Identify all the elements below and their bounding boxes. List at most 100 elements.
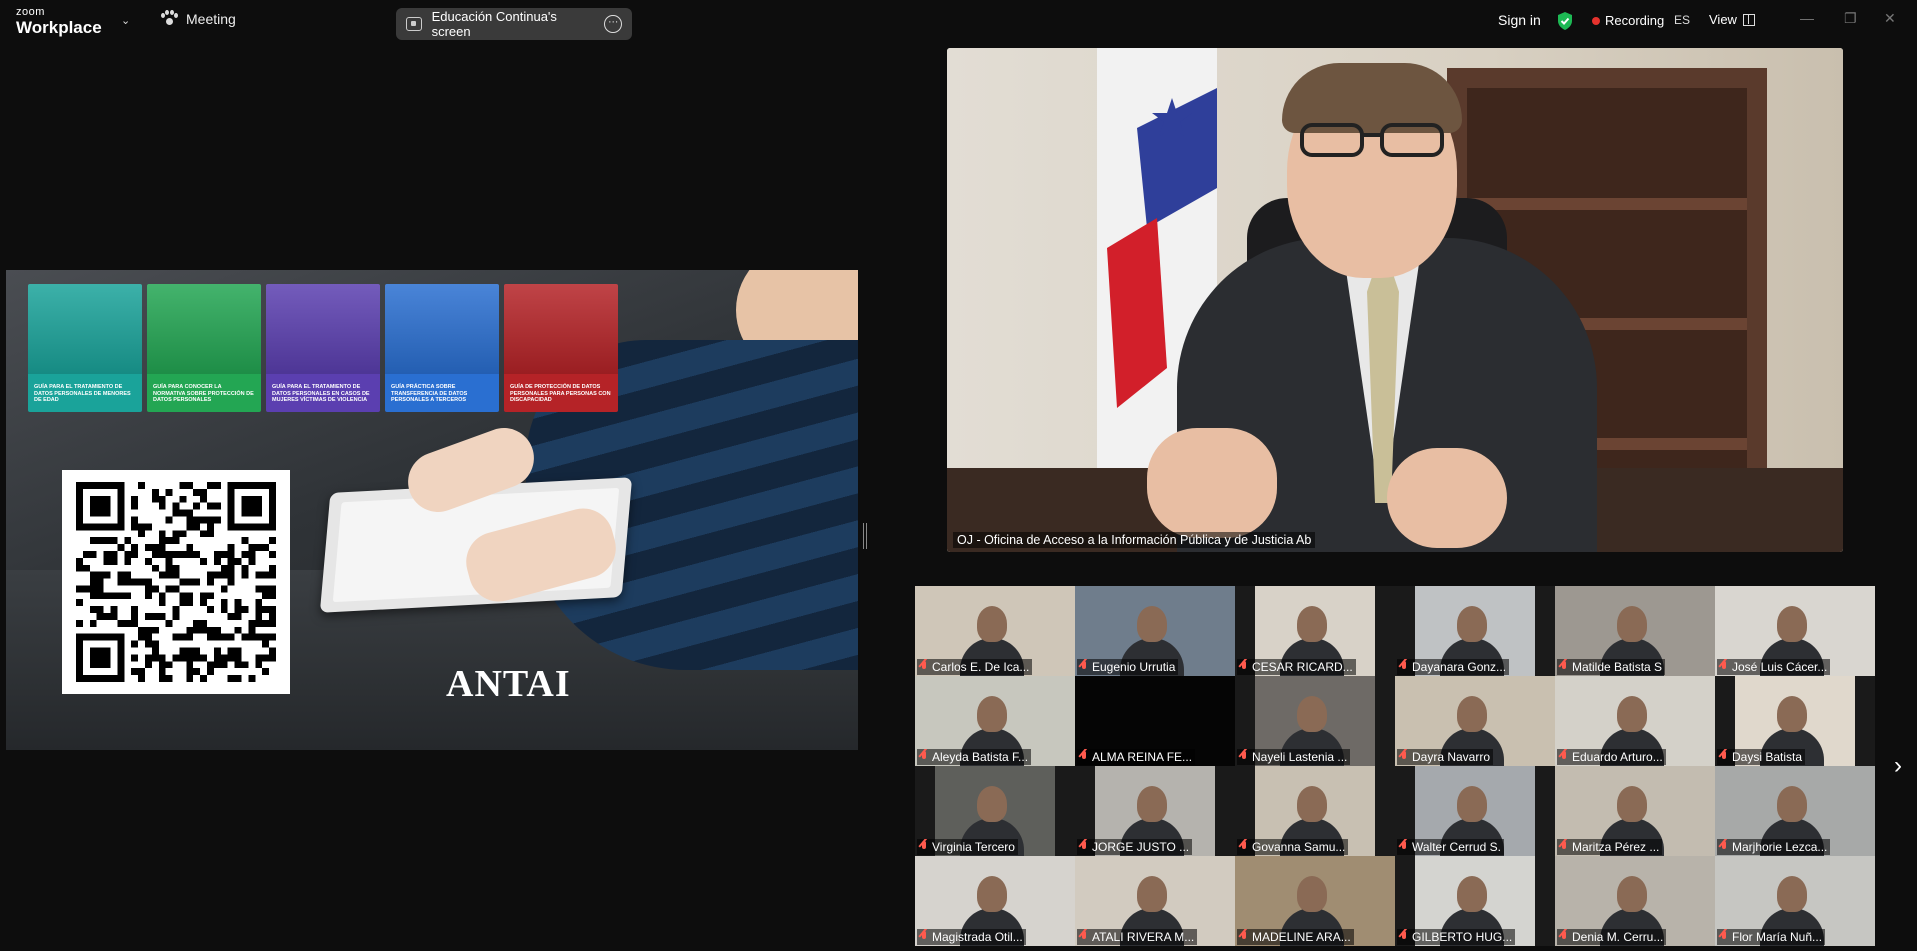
muted-mic-icon: [919, 931, 929, 943]
participant-name: JORGE JUSTO ...: [1092, 840, 1190, 854]
chevron-down-icon[interactable]: ⌄: [121, 14, 130, 27]
guide-title: Guía para el tratamiento de datos person…: [34, 384, 131, 404]
muted-mic-icon: [1239, 661, 1249, 673]
muted-mic-icon: [1079, 931, 1089, 943]
guide-cover: Guía para el tratamiento de datos person…: [28, 284, 142, 412]
participant-name: Maritza Pérez ...: [1572, 840, 1660, 854]
participant-tile[interactable]: Marjhorie Lezca...: [1715, 766, 1875, 856]
participant-name-label: Denia M. Cerru...: [1557, 929, 1667, 945]
muted-mic-icon: [919, 751, 929, 763]
participant-tile[interactable]: GILBERTO HUG...: [1395, 856, 1555, 946]
brand-small-text: zoom: [16, 6, 45, 18]
participant-tile[interactable]: JORGE JUSTO ...: [1075, 766, 1235, 856]
participant-tile[interactable]: Magistrada Otil...: [915, 856, 1075, 946]
participant-tile[interactable]: José Luis Cácer...: [1715, 586, 1875, 676]
participant-name-label: JORGE JUSTO ...: [1077, 839, 1193, 855]
brand-large-text: Workplace: [16, 18, 102, 37]
participant-name: Nayeli Lastenia ...: [1252, 750, 1348, 764]
close-icon[interactable]: ✕: [1884, 10, 1896, 27]
participant-tile[interactable]: Eugenio Urrutia: [1075, 586, 1235, 676]
encryption-shield-icon[interactable]: [1556, 11, 1574, 31]
screen-share-indicator[interactable]: Educación Continua's screen ⋯: [396, 8, 632, 40]
chevron-right-icon[interactable]: ›: [1894, 752, 1902, 780]
participant-name-label: GILBERTO HUG...: [1397, 929, 1516, 945]
participant-tile[interactable]: Nayeli Lastenia ...: [1235, 676, 1395, 766]
shared-screen[interactable]: Guía para el tratamiento de datos person…: [6, 270, 858, 750]
participant-name-label: Aleyda Batista F...: [917, 749, 1032, 765]
participant-name: Flor María Nuñ...: [1732, 930, 1823, 944]
participant-tile[interactable]: Matilde Batista S: [1555, 586, 1715, 676]
participant-tile[interactable]: Dayra Navarro: [1395, 676, 1555, 766]
muted-mic-icon: [1239, 841, 1249, 853]
participant-name: Govanna Samu...: [1252, 840, 1346, 854]
participant-name: MADELINE ARA...: [1252, 930, 1351, 944]
muted-mic-icon: [1719, 751, 1729, 763]
participant-name: José Luis Cácer...: [1732, 660, 1828, 674]
sign-in-link[interactable]: Sign in: [1498, 12, 1541, 28]
participant-tile[interactable]: Walter Cerrud S.: [1395, 766, 1555, 856]
guide-cover: Guía práctica sobre transferencia de dat…: [385, 284, 499, 412]
participant-tile[interactable]: Maritza Pérez ...: [1555, 766, 1715, 856]
muted-mic-icon: [1079, 841, 1089, 853]
speaker-name-label: OJ - Oficina de Acceso a la Información …: [953, 532, 1316, 548]
participant-tile[interactable]: Aleyda Batista F...: [915, 676, 1075, 766]
participant-name: Dayra Navarro: [1412, 750, 1491, 764]
participant-name: Matilde Batista S: [1572, 660, 1663, 674]
participant-name: CESAR RICARD...: [1252, 660, 1353, 674]
participant-tile[interactable]: ATALI RIVERA M...: [1075, 856, 1235, 946]
minimize-icon[interactable]: —: [1800, 10, 1814, 26]
participant-name: Eduardo Arturo...: [1572, 750, 1663, 764]
guide-covers: Guía para el tratamiento de datos person…: [28, 284, 618, 412]
more-options-icon[interactable]: ⋯: [604, 15, 622, 33]
participant-tile[interactable]: Carlos E. De Ica...: [915, 586, 1075, 676]
meeting-button[interactable]: Meeting: [160, 10, 236, 28]
zoom-workplace-logo[interactable]: zoom Workplace: [16, 6, 102, 37]
muted-mic-icon: [1719, 841, 1729, 853]
participant-name: Virginia Tercero: [932, 840, 1015, 854]
participant-name: Dayanara Gonz...: [1412, 660, 1507, 674]
muted-mic-icon: [1079, 751, 1089, 763]
guide-title: Guía práctica sobre transferencia de dat…: [391, 384, 468, 404]
participant-name-label: ATALI RIVERA M...: [1077, 929, 1198, 945]
participant-name-label: Nayeli Lastenia ...: [1237, 749, 1351, 765]
antai-logo-text: ANTAI: [446, 663, 571, 705]
participant-name: Aleyda Batista F...: [932, 750, 1029, 764]
participant-tile[interactable]: ALMA REINA FE...: [1075, 676, 1235, 766]
muted-mic-icon: [1719, 931, 1729, 943]
participant-name: Eugenio Urrutia: [1092, 660, 1176, 674]
participant-name-label: MADELINE ARA...: [1237, 929, 1354, 945]
share-indicator-label: Educación Continua's screen: [431, 9, 557, 39]
guide-title: Guía para el tratamiento de datos person…: [272, 384, 370, 404]
view-layout-icon: [1742, 13, 1755, 26]
recording-indicator[interactable]: Recording: [1592, 13, 1664, 28]
participant-name: Denia M. Cerru...: [1572, 930, 1664, 944]
participant-name-label: Dayra Navarro: [1397, 749, 1494, 765]
panel-resize-handle[interactable]: [863, 523, 867, 549]
participant-name-label: Govanna Samu...: [1237, 839, 1349, 855]
guide-cover: Guía de protección de datos personales p…: [504, 284, 618, 412]
participant-tile[interactable]: CESAR RICARD...: [1235, 586, 1395, 676]
restore-icon[interactable]: ❐: [1844, 10, 1857, 27]
participant-tile[interactable]: MADELINE ARA...: [1235, 856, 1395, 946]
active-speaker-video[interactable]: OJ - Oficina de Acceso a la Información …: [947, 48, 1843, 552]
muted-mic-icon: [1399, 751, 1409, 763]
participant-name-label: Magistrada Otil...: [917, 929, 1026, 945]
language-indicator[interactable]: ES: [1674, 13, 1690, 27]
participant-tile[interactable]: Virginia Tercero: [915, 766, 1075, 856]
participant-tile[interactable]: Eduardo Arturo...: [1555, 676, 1715, 766]
participant-name-label: Virginia Tercero: [917, 839, 1018, 855]
participant-name-label: Eugenio Urrutia: [1077, 659, 1179, 675]
participant-tile[interactable]: Denia M. Cerru...: [1555, 856, 1715, 946]
participant-tile[interactable]: Dayanara Gonz...: [1395, 586, 1555, 676]
participant-tile[interactable]: Daysi Batista: [1715, 676, 1875, 766]
guide-cover: Guía para conocer la normativa sobre pro…: [147, 284, 261, 412]
participant-name: GILBERTO HUG...: [1412, 930, 1513, 944]
view-button[interactable]: View: [1709, 12, 1755, 27]
participant-name-label: Maritza Pérez ...: [1557, 839, 1663, 855]
glasses-shape: [1300, 123, 1444, 157]
participant-tile[interactable]: Govanna Samu...: [1235, 766, 1395, 856]
participant-name-label: Flor María Nuñ...: [1717, 929, 1826, 945]
muted-mic-icon: [1559, 661, 1569, 673]
participant-tile[interactable]: Flor María Nuñ...: [1715, 856, 1875, 946]
participant-name-label: CESAR RICARD...: [1237, 659, 1356, 675]
